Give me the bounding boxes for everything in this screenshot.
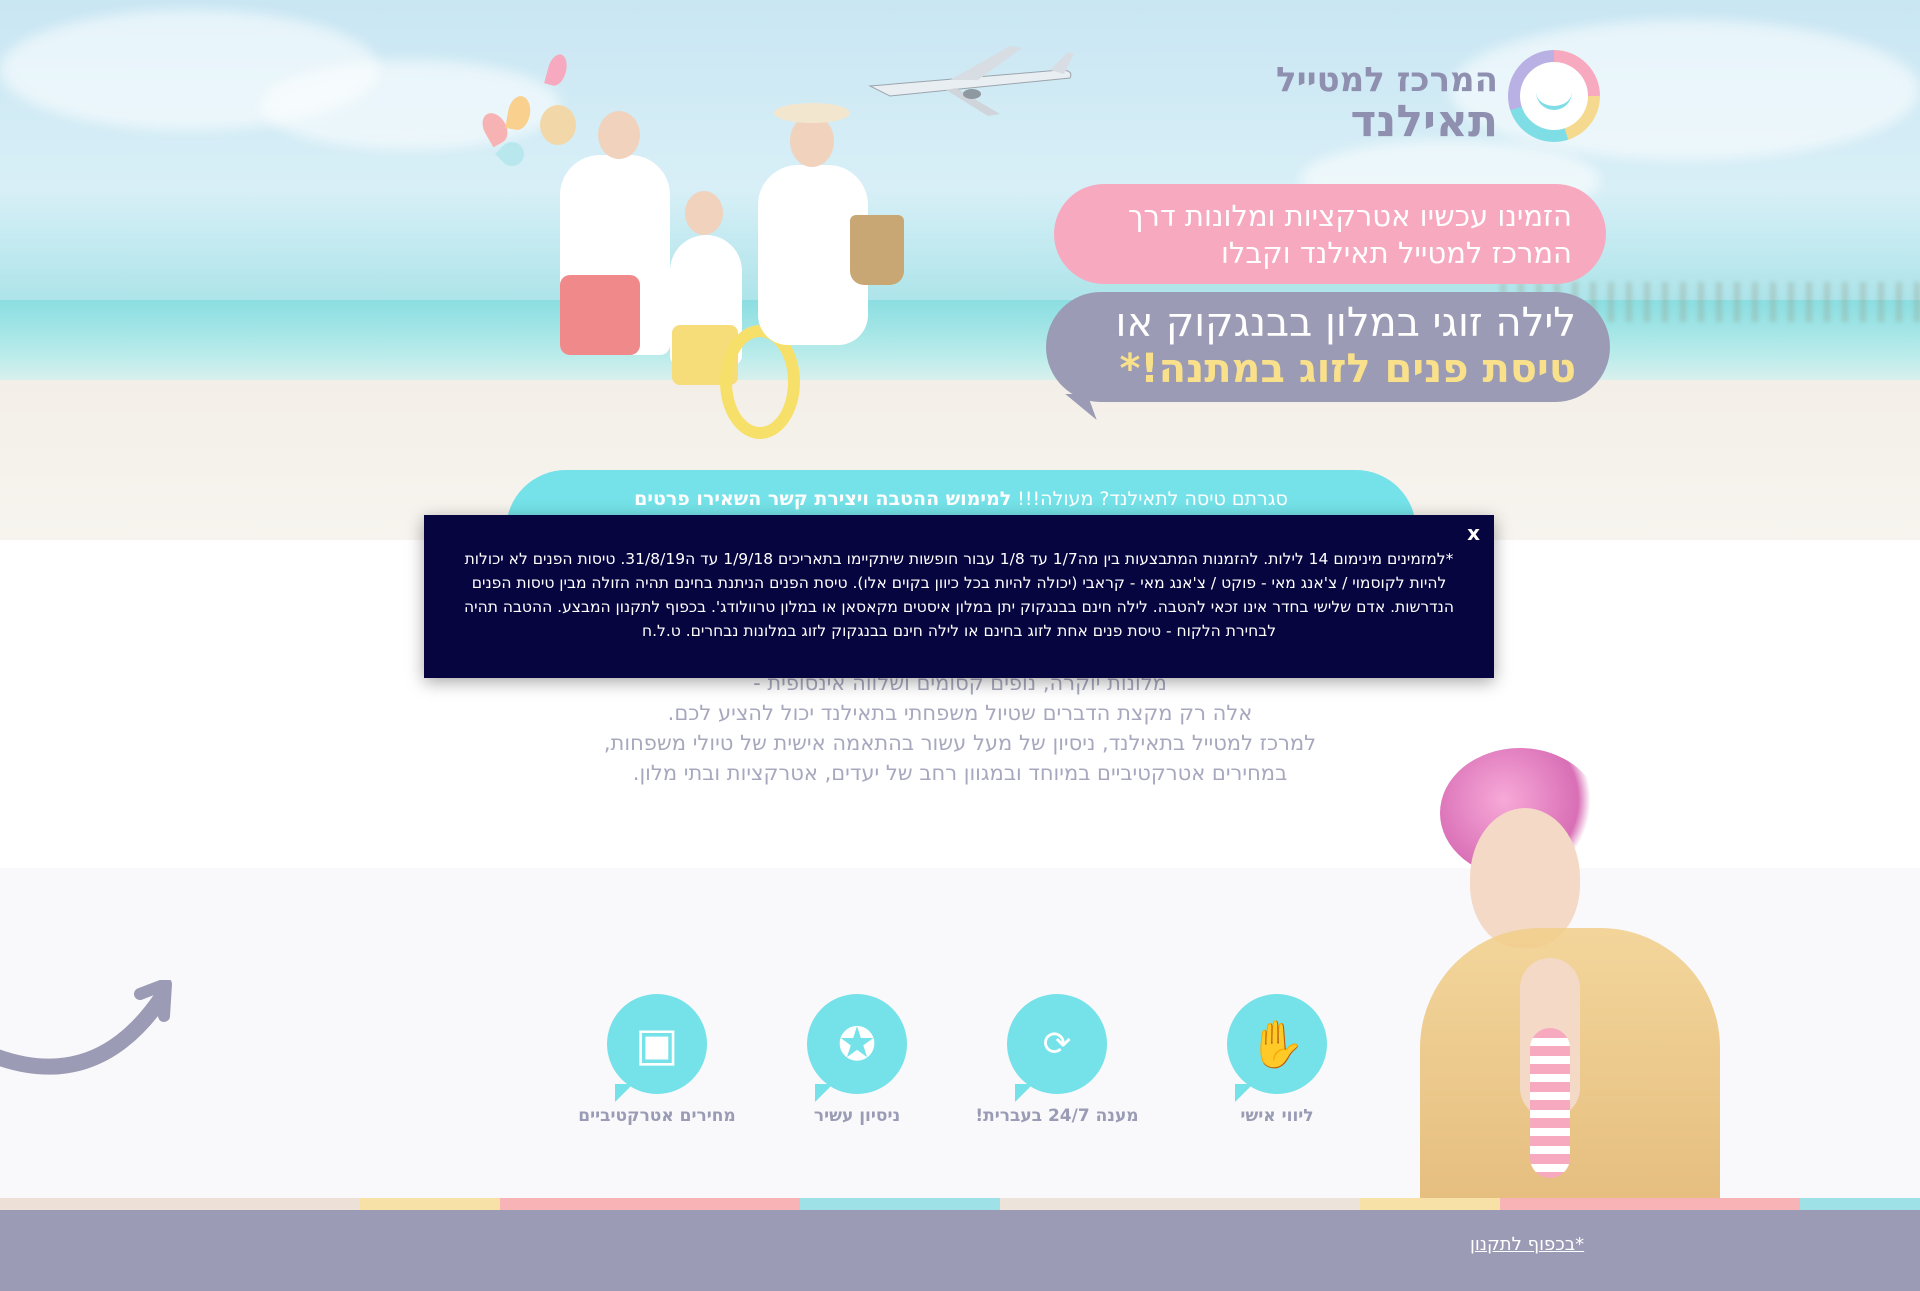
beach-bag (850, 215, 904, 285)
sun-hat (774, 103, 850, 123)
feature-label: מענה 24/7 בעברית! (975, 1106, 1139, 1126)
feature-experience: ✪ ניסיון עשיר (762, 994, 952, 1126)
promo-line2: המרכז למטייל תאילנד וקבלו (1221, 236, 1572, 270)
intro-text: מלונות יוקרה, נופים קסומים ושלווה אינסופ… (560, 668, 1360, 788)
footer: *בכפוף לתקנון (0, 1210, 1920, 1291)
feature-label: מחירים אטרקטיביים (578, 1106, 736, 1126)
award-ribbon-icon: ✪ (837, 1017, 877, 1071)
thai-dancer-photo (1380, 728, 1760, 1200)
flower-garland (1530, 1028, 1570, 1178)
hero-section: המרכז למטייל תאילנד הזמינו עכשיו אטרקציו… (0, 0, 1920, 540)
intro-line4: במחירים אטרקטיביים במיוחד ובמגוון רחב של… (632, 761, 1288, 785)
promo-bubble-purple: לילה זוגי במלון בבנגקוק או טיסת פנים לזו… (1046, 292, 1610, 402)
feature-prices: ▣ מחירים אטרקטיביים (562, 994, 752, 1126)
promo-bubble-pink: הזמינו עכשיו אטרקציות ומלונות דרך המרכז … (1054, 184, 1606, 284)
face (1470, 808, 1580, 948)
terms-modal: x *למזמינים מינימום 14 לילות. להזמנות המ… (424, 515, 1494, 678)
color-stripe (0, 1198, 1920, 1210)
wallet-icon: ▣ (635, 1017, 679, 1071)
promo-offer-line1: לילה זוגי במלון בבנגקוק או (1115, 300, 1576, 346)
promo-offer-line2: טיסת פנים לזוג במתנה!* (1119, 346, 1576, 392)
feature-label: ניסיון עשיר (813, 1106, 901, 1126)
cta-text: סגרתם טיסה לתאילנד? מעולה!!! (1011, 488, 1288, 510)
cta-text-bold: למימוש ההטבה ויצירת קשר השאירו פרטים (634, 488, 1012, 510)
intro-line3: למרכז למטייל בתאילנד, ניסיון של מעל עשור… (603, 731, 1317, 755)
logo-text-line2: תאילנד (1350, 96, 1498, 147)
family-photo (520, 75, 910, 445)
feature-24-7-support: ⟳ מענה 24/7 בעברית! (962, 994, 1152, 1126)
feature-label: ליווי אישי (1240, 1106, 1314, 1126)
intro-line2: אלה רק מקצת הדברים שטיול משפחתי בתאילנד … (667, 701, 1253, 725)
close-button[interactable]: x (1467, 521, 1480, 545)
feature-personal-guidance: ✋ ליווי אישי (1182, 994, 1372, 1126)
curved-arrow-icon (0, 980, 172, 1075)
terms-link[interactable]: *בכפוף לתקנון (1470, 1234, 1584, 1255)
terms-text: *למזמינים מינימום 14 לילות. להזמנות המתב… (464, 550, 1454, 640)
handshake-icon: ✋ (1248, 1017, 1306, 1071)
logo-text-line1: המרכז למטייל (1276, 60, 1498, 100)
promo-line1: הזמינו עכשיו אטרקציות ומלונות דרך (1127, 199, 1572, 233)
site-logo[interactable]: המרכז למטייל תאילנד (1276, 46, 1600, 156)
clock-24-icon: ⟳ (1042, 1024, 1072, 1064)
